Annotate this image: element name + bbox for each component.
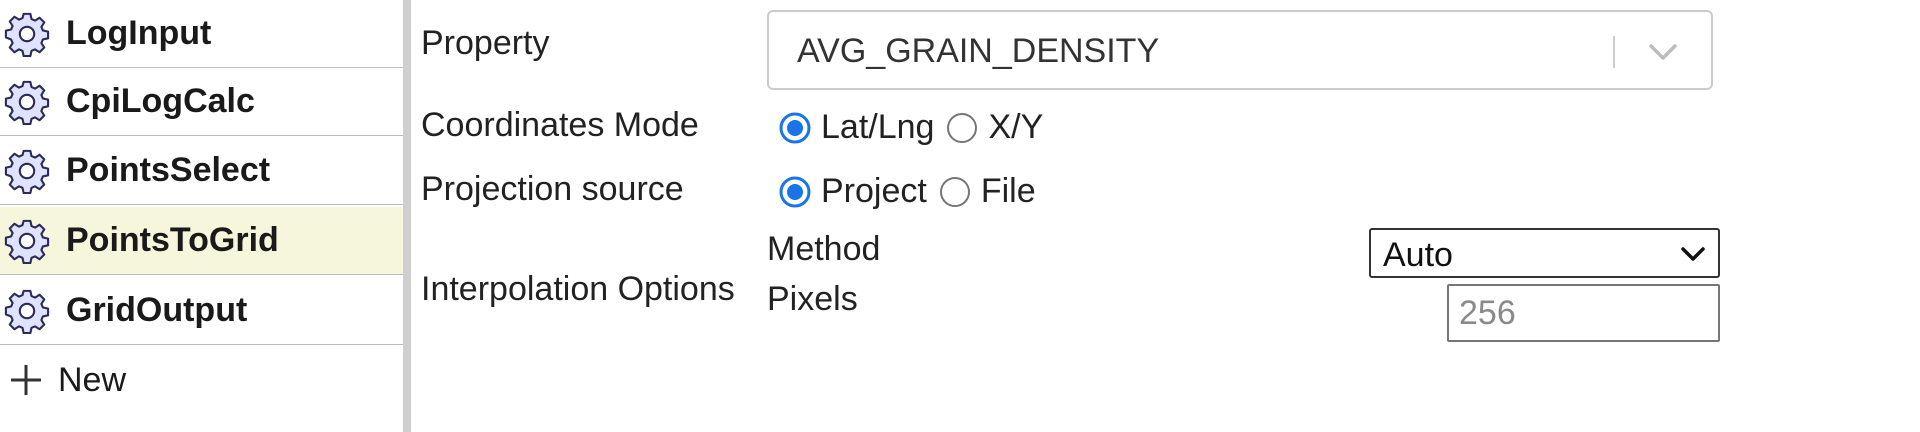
sidebar-item-label: PointsToGrid <box>66 221 279 259</box>
chevron-down-icon <box>1681 247 1705 261</box>
radio-file-label[interactable]: File <box>981 172 1036 211</box>
method-select[interactable]: Auto <box>1369 228 1720 278</box>
radio-project-label[interactable]: Project <box>821 172 927 211</box>
radio-xy[interactable] <box>946 112 978 144</box>
app-window: LogInput CpiLogCalc PointsSelect PointsT… <box>0 0 1920 432</box>
panel-splitter[interactable] <box>403 0 411 432</box>
property-select[interactable]: AVG_GRAIN_DENSITY <box>767 10 1713 90</box>
property-label: Property <box>421 24 550 62</box>
radio-latlng-label[interactable]: Lat/Lng <box>821 108 934 147</box>
gear-icon <box>4 80 50 125</box>
pixels-input[interactable] <box>1447 284 1720 342</box>
sidebar-item-loginput[interactable]: LogInput <box>0 0 403 68</box>
gear-icon <box>4 149 50 194</box>
sidebar-item-cpilogcalc[interactable]: CpiLogCalc <box>0 68 403 136</box>
sidebar-item-gridoutput[interactable]: GridOutput <box>0 277 403 345</box>
gear-icon <box>4 219 50 264</box>
sidebar-item-label: LogInput <box>66 14 212 52</box>
radio-project[interactable] <box>779 176 811 208</box>
coordinates-mode-label: Coordinates Mode <box>421 106 699 144</box>
sidebar-item-label: PointsSelect <box>66 151 271 189</box>
method-label: Method <box>767 230 881 268</box>
sidebar-item-label: CpiLogCalc <box>66 82 255 120</box>
chevron-down-icon <box>1649 44 1677 60</box>
sidebar-item-pointsselect[interactable]: PointsSelect <box>0 137 403 205</box>
projection-source-radio-group: Project File <box>779 172 1048 211</box>
property-selected-value: AVG_GRAIN_DENSITY <box>797 32 1160 70</box>
pixels-label: Pixels <box>767 280 858 318</box>
workflow-sidebar: LogInput CpiLogCalc PointsSelect PointsT… <box>0 0 403 432</box>
gear-icon <box>4 12 50 57</box>
sidebar-item-pointstogrid[interactable]: PointsToGrid <box>0 207 403 275</box>
method-selected-value: Auto <box>1383 236 1453 274</box>
step-settings-panel: Property AVG_GRAIN_DENSITY Coordinates M… <box>411 0 1920 432</box>
new-step-label: New <box>58 360 127 399</box>
coordinates-mode-radio-group: Lat/Lng X/Y <box>779 108 1055 147</box>
new-step-button[interactable]: New <box>0 350 403 410</box>
plus-icon <box>11 365 41 395</box>
radio-latlng[interactable] <box>779 112 811 144</box>
projection-source-label: Projection source <box>421 170 684 208</box>
radio-xy-label[interactable]: X/Y <box>988 108 1043 147</box>
radio-file[interactable] <box>939 176 971 208</box>
select-separator <box>1613 36 1615 68</box>
gear-icon <box>4 289 50 334</box>
sidebar-item-label: GridOutput <box>66 291 248 329</box>
interpolation-options-label: Interpolation Options <box>421 270 735 308</box>
